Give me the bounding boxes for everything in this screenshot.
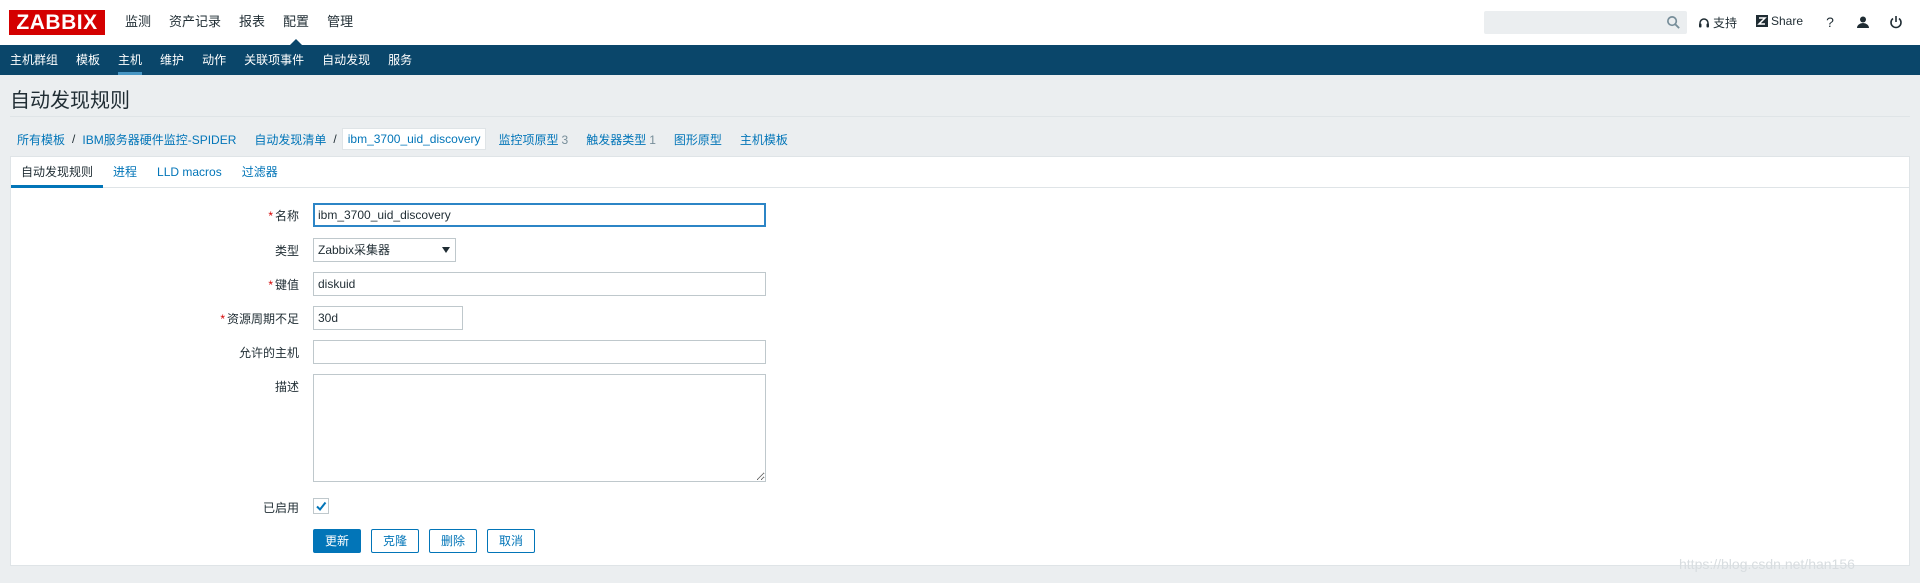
submenu-host-groups[interactable]: 主机群组 xyxy=(0,45,66,75)
enabled-label: 已启用 xyxy=(262,501,299,515)
breadcrumb-graph-prototypes[interactable]: 图形原型 xyxy=(667,131,729,148)
discovery-rule-panel: 自动发现规则 进程 LLD macros 过滤器 *名称 类型 Zabbix采集… xyxy=(10,156,1910,566)
breadcrumb-template[interactable]: IBM服务器硬件监控-SPIDER xyxy=(75,131,243,148)
item-prototypes-count: 3 xyxy=(561,132,569,147)
type-select[interactable]: Zabbix采集器 xyxy=(313,238,456,262)
submenu-hosts[interactable]: 主机 xyxy=(108,45,150,75)
title-divider xyxy=(10,116,1910,117)
type-label: 类型 xyxy=(274,244,299,258)
user-icon xyxy=(1857,16,1869,28)
menu-inventory[interactable]: 资产记录 xyxy=(160,0,230,45)
logout-button[interactable] xyxy=(1887,13,1905,31)
required-mark: * xyxy=(268,278,273,292)
breadcrumb-separator: / xyxy=(333,132,337,146)
required-mark: * xyxy=(220,312,225,326)
name-label: * 名称 xyxy=(268,207,299,224)
lifetime-input[interactable] xyxy=(313,306,463,330)
lifetime-label-text: 资源周期不足 xyxy=(226,312,299,326)
breadcrumb-item-prototypes[interactable]: 监控项原型 3 xyxy=(491,131,575,148)
submenu-maintenance[interactable]: 维护 xyxy=(150,45,192,75)
description-label: 描述 xyxy=(274,380,299,394)
zabbix-share-icon xyxy=(1756,15,1768,27)
trigger-prototypes-label: 触发器类型 xyxy=(586,132,647,147)
menu-monitoring[interactable]: 监测 xyxy=(116,0,160,45)
headset-icon xyxy=(1699,17,1709,27)
search-icon[interactable] xyxy=(1666,15,1681,30)
menu-administration[interactable]: 管理 xyxy=(318,0,362,45)
tab-filters[interactable]: 过滤器 xyxy=(232,157,288,187)
breadcrumb-all-templates[interactable]: 所有模板 xyxy=(10,131,72,148)
share-label: Share xyxy=(1771,14,1804,28)
power-icon xyxy=(1890,16,1902,29)
submenu-templates[interactable]: 模板 xyxy=(66,45,108,75)
tab-discovery-rule[interactable]: 自动发现规则 xyxy=(11,157,104,188)
lifetime-label: * 资源周期不足 xyxy=(220,310,299,327)
page-title: 自动发现规则 xyxy=(10,90,130,112)
breadcrumb-host-prototypes[interactable]: 主机模板 xyxy=(733,131,795,148)
allowed-hosts-label: 允许的主机 xyxy=(238,346,299,360)
delete-button[interactable]: 删除 xyxy=(429,529,477,553)
dropdown-arrow-icon xyxy=(442,247,450,253)
key-label: * 键值 xyxy=(268,276,299,293)
name-input[interactable] xyxy=(313,203,766,227)
key-input[interactable] xyxy=(313,272,766,296)
update-button[interactable]: 更新 xyxy=(313,529,361,553)
zabbix-logo[interactable]: ZABBIX xyxy=(9,10,105,35)
top-bar: ZABBIX 监测 资产记录 报表 配置 管理 支持 Share ? xyxy=(0,0,1920,45)
clone-button[interactable]: 克隆 xyxy=(371,529,419,553)
user-profile-button[interactable] xyxy=(1854,13,1872,31)
help-button[interactable]: ? xyxy=(1821,13,1839,31)
submenu-discovery[interactable]: 自动发现 xyxy=(312,45,378,75)
question-icon: ? xyxy=(1826,14,1834,30)
menu-configuration[interactable]: 配置 xyxy=(274,0,318,45)
support-label: 支持 xyxy=(1713,16,1738,30)
trigger-prototypes-count: 1 xyxy=(649,132,656,147)
allowed-hosts-input[interactable] xyxy=(313,340,766,364)
submenu-correlation[interactable]: 关联项事件 xyxy=(234,45,312,75)
breadcrumb-current-rule[interactable]: ibm_3700_uid_discovery xyxy=(341,128,487,150)
search-input[interactable] xyxy=(1485,12,1663,33)
description-textarea[interactable] xyxy=(313,374,766,482)
support-link[interactable]: 支持 xyxy=(1698,14,1737,31)
share-link[interactable]: Share xyxy=(1756,14,1803,28)
tab-preprocessing[interactable]: 进程 xyxy=(103,157,147,187)
submenu-actions[interactable]: 动作 xyxy=(192,45,234,75)
checkmark-icon xyxy=(316,501,327,512)
required-mark: * xyxy=(268,209,273,223)
key-label-text: 键值 xyxy=(274,278,299,292)
submenu-services[interactable]: 服务 xyxy=(378,45,420,75)
tab-lld-macros[interactable]: LLD macros xyxy=(147,157,232,187)
enabled-checkbox[interactable] xyxy=(313,498,329,514)
breadcrumb-trigger-prototypes[interactable]: 触发器类型 1 xyxy=(579,131,663,148)
item-prototypes-label: 监控项原型 xyxy=(498,132,559,147)
breadcrumb-discovery-list[interactable]: 自动发现清单 xyxy=(247,131,333,148)
cancel-button[interactable]: 取消 xyxy=(487,529,535,553)
breadcrumb: 所有模板 / IBM服务器硬件监控-SPIDER 自动发现清单 / ibm_37… xyxy=(10,128,795,150)
main-menu: 监测 资产记录 报表 配置 管理 xyxy=(116,0,362,45)
watermark: https://blog.csdn.net/han156 xyxy=(1679,556,1855,572)
menu-reports[interactable]: 报表 xyxy=(230,0,274,45)
type-selected-value: Zabbix采集器 xyxy=(318,243,391,257)
sub-menu: 主机群组 模板 主机 维护 动作 关联项事件 自动发现 服务 xyxy=(0,45,1920,75)
tab-bar: 自动发现规则 进程 LLD macros 过滤器 xyxy=(11,157,1909,188)
search-box xyxy=(1484,11,1687,34)
name-label-text: 名称 xyxy=(274,209,299,223)
